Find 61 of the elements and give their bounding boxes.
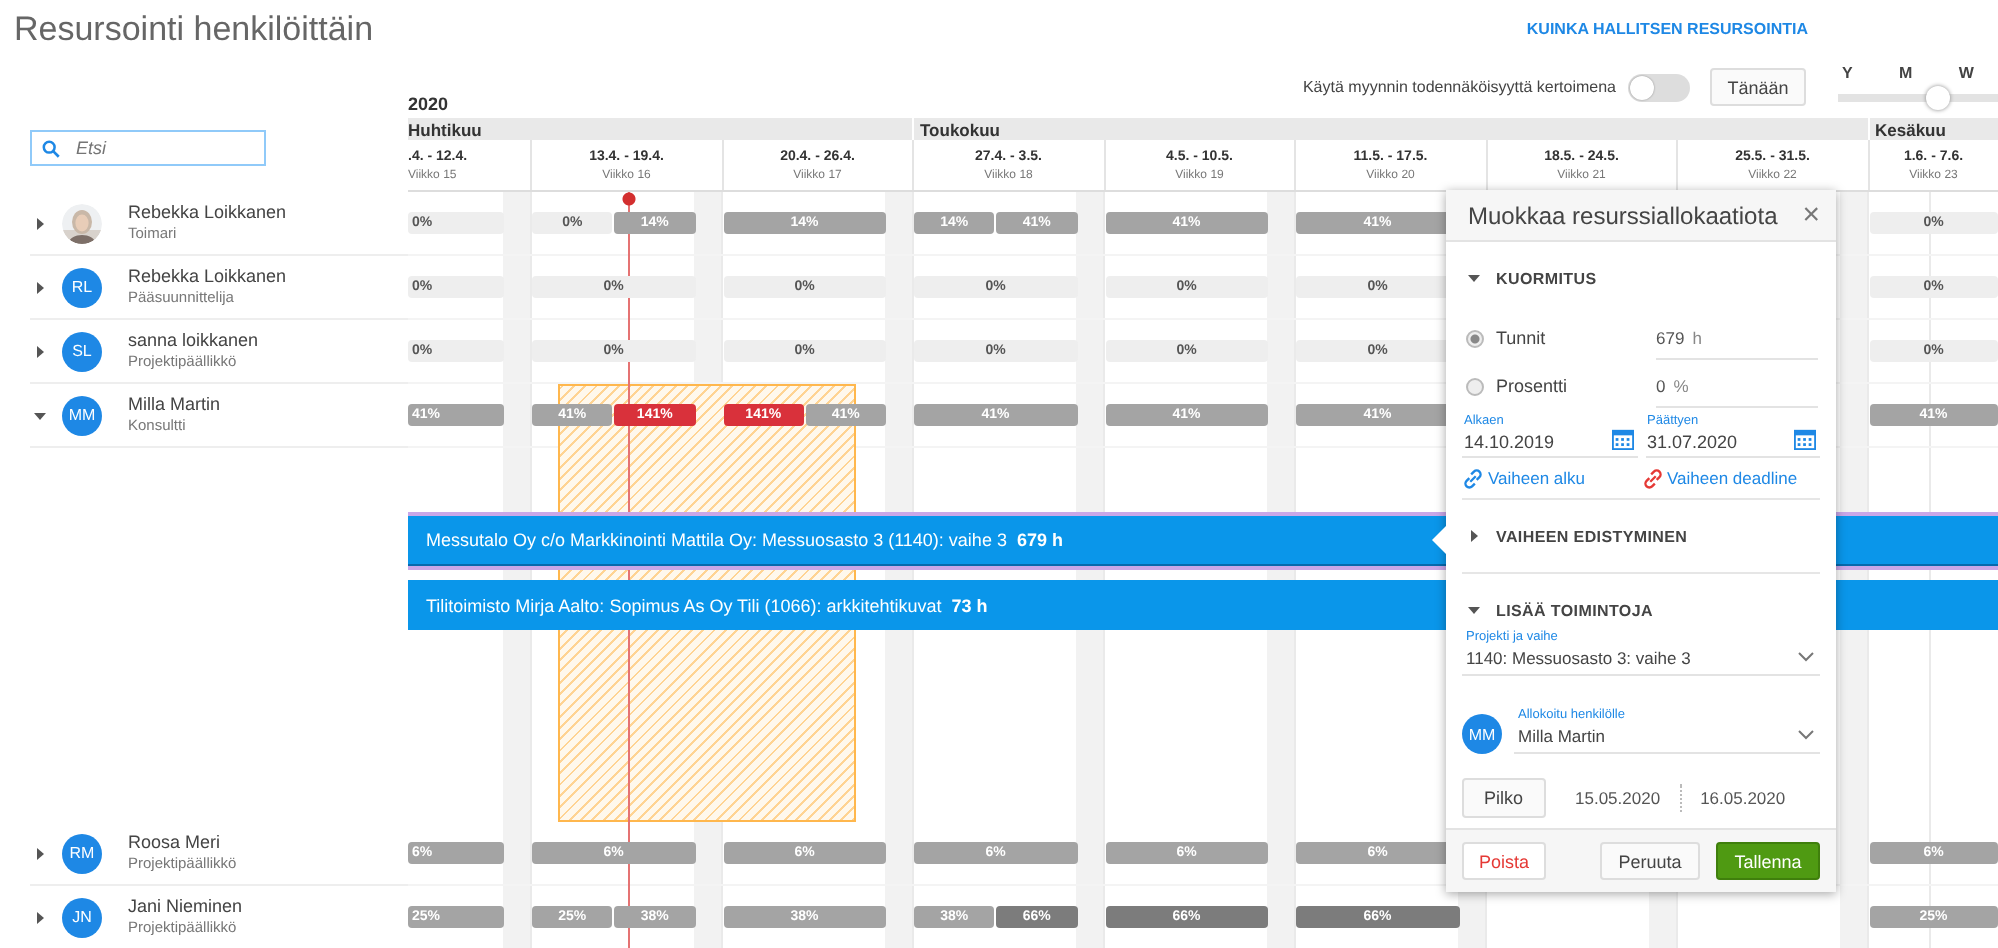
person-name[interactable]: Jani Nieminen [128, 896, 243, 918]
month-label: Huhtikuu [408, 119, 482, 139]
radio-button[interactable] [1466, 377, 1484, 395]
avatar: MM [1462, 714, 1502, 754]
caret-icon[interactable] [34, 217, 46, 229]
caret-icon[interactable] [1468, 530, 1480, 542]
today-button[interactable]: Tänään [1710, 68, 1806, 106]
radio-label: Tunnit [1496, 328, 1548, 348]
person-name[interactable]: Milla Martin [128, 394, 221, 416]
caret-icon[interactable] [34, 911, 46, 923]
year-label: 2020 [408, 94, 449, 114]
zoom-label[interactable]: Y [1842, 64, 1853, 82]
avatar: SL [62, 331, 102, 371]
section-title[interactable]: LISÄÄ TOIMINTOJA [1496, 601, 1653, 619]
caret-icon[interactable] [34, 281, 46, 293]
phase-link[interactable]: Vaiheen deadline [1641, 467, 1820, 489]
action-button[interactable]: Poista [1462, 842, 1546, 880]
zoom-label[interactable]: M [1899, 64, 1913, 82]
person-name[interactable]: sanna loikkanen [128, 330, 259, 352]
search-field[interactable]: Etsi [30, 130, 266, 166]
chevron-icon [1798, 652, 1814, 662]
input-field[interactable]: 679 h [1656, 317, 1818, 359]
caret-icon[interactable] [34, 345, 46, 357]
caret-icon[interactable] [34, 847, 46, 859]
link-icon [1641, 467, 1663, 489]
month-label: Toukokuu [920, 119, 1000, 139]
help-link[interactable]: KUINKA HALLITSEN RESURSOINTIA [1526, 19, 1808, 37]
caret-icon[interactable] [1468, 272, 1480, 284]
phase-link[interactable]: Vaiheen alku [1462, 467, 1641, 489]
avatar: RM [62, 833, 102, 873]
toggle-label: Käytä myynnin todennäköisyyttä kertoimena [1302, 78, 1616, 96]
caret-icon[interactable] [34, 409, 46, 421]
toggle-switch[interactable] [1628, 73, 1690, 101]
close-button[interactable]: × [1802, 200, 1820, 230]
radio-button[interactable] [1466, 329, 1484, 347]
split-date[interactable]: 15.05.2020 [1575, 788, 1661, 808]
radio-label: Prosentti [1496, 376, 1570, 396]
page-title: Resursointi henkilöittäin [14, 10, 374, 50]
section-title[interactable]: VAIHEEN EDISTYMINEN [1496, 527, 1688, 545]
calendar-icon[interactable] [1794, 428, 1816, 450]
link-icon [1462, 467, 1484, 489]
month-label: Kesäkuu [1875, 119, 1946, 139]
input-field[interactable]: 0 % [1656, 365, 1818, 407]
avatar: JN [62, 897, 102, 937]
chevron-icon [1798, 730, 1814, 740]
zoom-label[interactable]: W [1958, 64, 1974, 82]
action-button[interactable]: Peruuta [1600, 842, 1700, 880]
split-button[interactable]: Pilko [1462, 778, 1546, 818]
person-name[interactable]: Rebekka Loikkanen [128, 202, 287, 224]
avatar: MM [62, 395, 102, 435]
slider-thumb[interactable] [1925, 86, 1950, 110]
search-icon [42, 140, 60, 158]
calendar-icon[interactable] [1611, 428, 1633, 450]
popover-title: Muokkaa resurssiallokaatiota [1468, 201, 1778, 229]
caret-icon[interactable] [1468, 604, 1480, 616]
section-title[interactable]: KUORMITUS [1496, 269, 1597, 287]
person-name[interactable]: Roosa Meri [128, 832, 237, 854]
avatar: RL [62, 267, 102, 307]
split-date[interactable]: 16.05.2020 [1700, 788, 1786, 808]
person-name[interactable]: Rebekka Loikkanen [128, 266, 287, 288]
action-button[interactable]: Tallenna [1716, 842, 1820, 880]
